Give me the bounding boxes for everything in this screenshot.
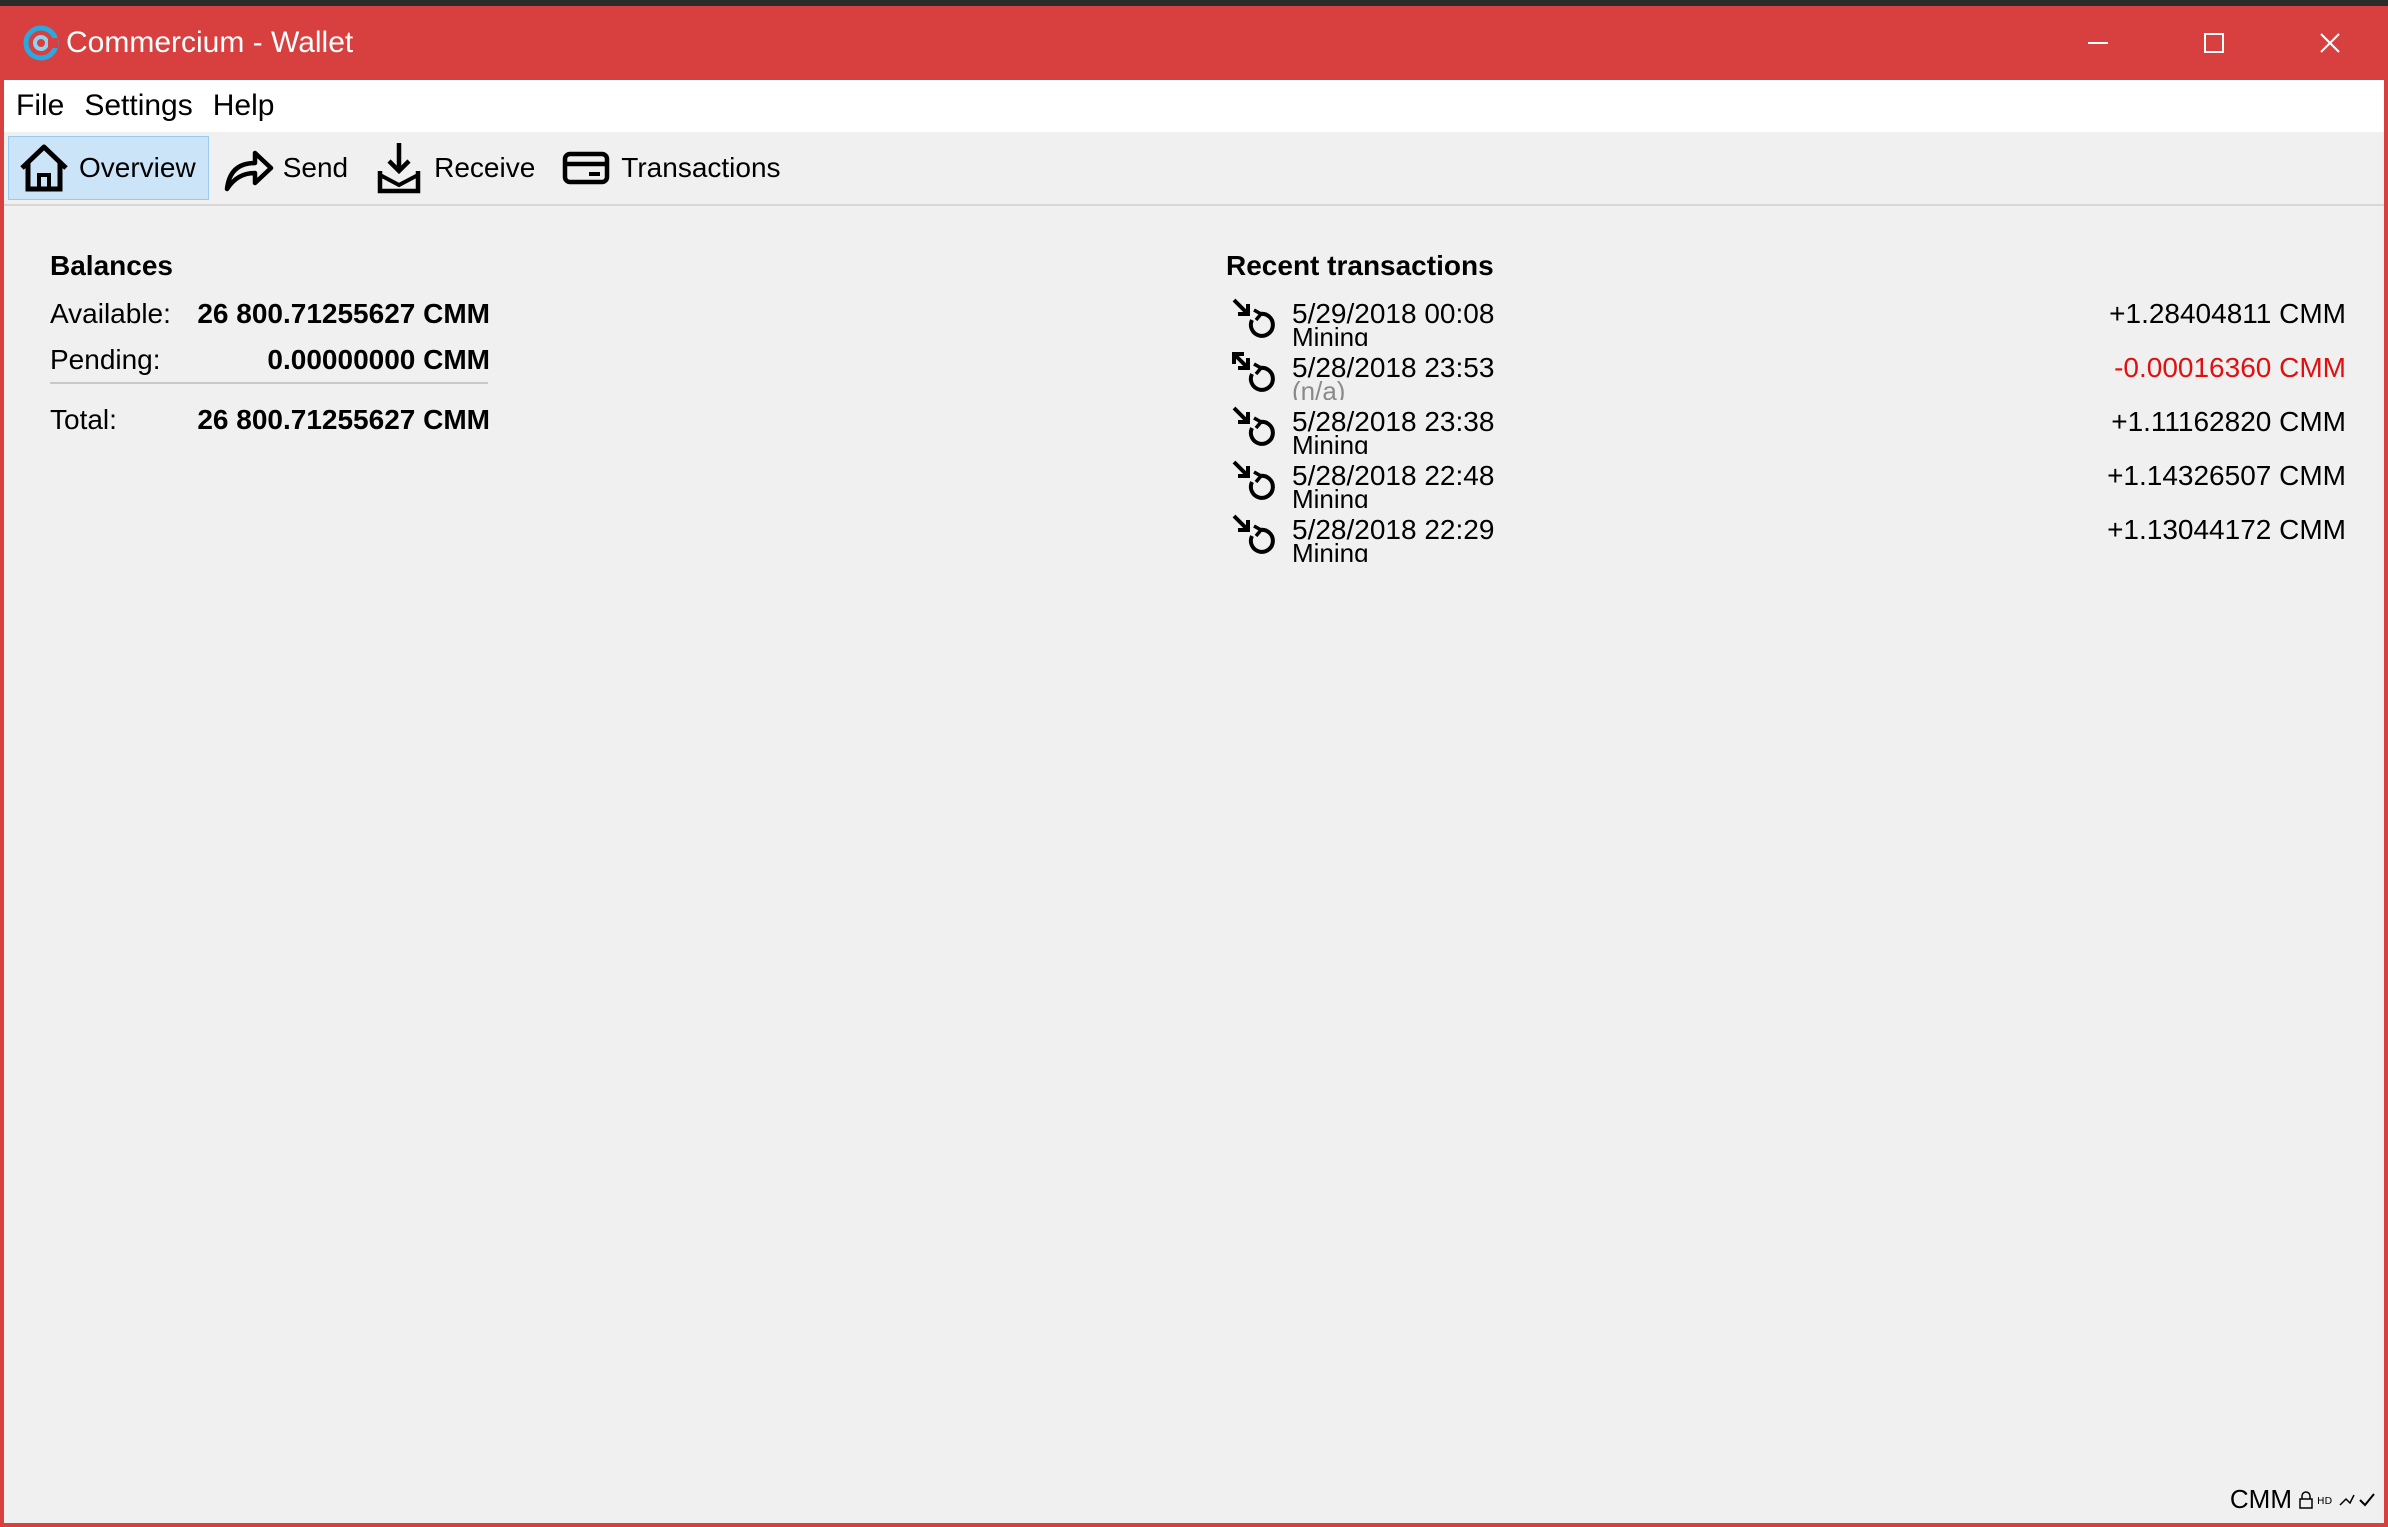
balances-heading: Balances	[50, 250, 173, 281]
pending-row: Pending: 0.00000000 CMM	[50, 344, 490, 376]
tab-send-label: Send	[282, 152, 349, 183]
transaction-label: Mining	[1292, 322, 1369, 346]
mined-icon	[1232, 406, 1275, 446]
unit-selector[interactable]: CMM	[2230, 1484, 2292, 1515]
mined-icon	[1232, 298, 1275, 338]
receive-inbox-icon	[377, 143, 421, 194]
mined-icon	[1232, 460, 1275, 500]
close-icon	[2320, 33, 2340, 53]
mined-icon	[1232, 514, 1275, 554]
transaction-amount: +1.28404811 CMM	[2109, 298, 2346, 329]
send-arrow-icon	[224, 150, 273, 192]
maximize-icon	[2204, 33, 2224, 53]
window-title: Commercium - Wallet	[66, 26, 354, 59]
svg-text:HD: HD	[2317, 1496, 2333, 1507]
available-row: Available: 26 800.71255627 CMM	[50, 298, 490, 330]
balance-divider	[50, 382, 488, 384]
menu-file[interactable]: File	[8, 89, 72, 123]
available-value[interactable]: 26 800.71255627 CMM	[197, 298, 490, 330]
tab-send[interactable]: Send	[213, 136, 360, 200]
payment-to-self-icon	[1232, 352, 1275, 392]
transaction-row[interactable]: 5/28/2018 23:38 Mining +1.11162820 CMM	[1226, 400, 2346, 454]
credit-card-icon	[563, 151, 610, 185]
transaction-label: (n/a)	[1292, 376, 1346, 400]
tab-transactions[interactable]: Transactions	[551, 136, 792, 200]
recent-transactions-list: 5/29/2018 00:08 Mining +1.28404811 CMM 5…	[1226, 292, 2346, 562]
synced-check-icon	[2359, 1492, 2375, 1506]
tab-overview[interactable]: Overview	[8, 136, 209, 200]
tab-overview-label: Overview	[79, 152, 196, 183]
title-bar[interactable]: Commercium - Wallet	[0, 6, 2388, 80]
transaction-row[interactable]: 5/28/2018 22:48 Mining +1.14326507 CMM	[1226, 454, 2346, 508]
tab-receive[interactable]: Receive	[364, 136, 547, 200]
transaction-label: Mining	[1292, 430, 1369, 454]
hd-icon: HD	[2317, 1496, 2333, 1507]
transaction-amount: +1.14326507 CMM	[2107, 460, 2346, 491]
transaction-label: Mining	[1292, 538, 1369, 562]
menu-settings[interactable]: Settings	[76, 89, 200, 123]
tab-receive-label: Receive	[434, 152, 536, 183]
transaction-amount: +1.13044172 CMM	[2107, 514, 2346, 545]
toolbar: Overview Send Receive Transactions	[4, 132, 2384, 206]
home-icon	[20, 144, 68, 192]
transaction-amount: -0.00016360 CMM	[2114, 352, 2346, 383]
status-bar: CMM HD	[2230, 1484, 2376, 1515]
transaction-row[interactable]: 5/29/2018 00:08 Mining +1.28404811 CMM	[1226, 292, 2346, 346]
main-window: Commercium - Wallet File Settings Help O…	[0, 6, 2388, 1527]
commercium-logo-icon	[23, 25, 59, 61]
pending-value[interactable]: 0.00000000 CMM	[267, 344, 490, 376]
transaction-amount: +1.11162820 CMM	[2111, 406, 2346, 437]
total-value[interactable]: 26 800.71255627 CMM	[197, 404, 490, 436]
transaction-row[interactable]: 5/28/2018 23:53 (n/a) -0.00016360 CMM	[1226, 346, 2346, 400]
total-row: Total: 26 800.71255627 CMM	[50, 404, 490, 436]
minimize-icon	[2088, 42, 2108, 44]
lock-icon	[2299, 1490, 2313, 1509]
minimize-button[interactable]	[2040, 6, 2156, 80]
close-button[interactable]	[2272, 6, 2388, 80]
menu-help[interactable]: Help	[205, 89, 283, 123]
available-label: Available:	[50, 298, 171, 329]
menu-bar: File Settings Help	[4, 80, 2384, 132]
transaction-row[interactable]: 5/28/2018 22:29 Mining +1.13044172 CMM	[1226, 508, 2346, 562]
pending-label: Pending:	[50, 344, 161, 375]
tab-transactions-label: Transactions	[621, 152, 781, 183]
network-icon	[2339, 1494, 2355, 1506]
maximize-button[interactable]	[2156, 6, 2272, 80]
recent-transactions-heading: Recent transactions	[1226, 250, 1494, 281]
total-label: Total:	[50, 404, 117, 435]
transaction-label: Mining	[1292, 484, 1369, 508]
